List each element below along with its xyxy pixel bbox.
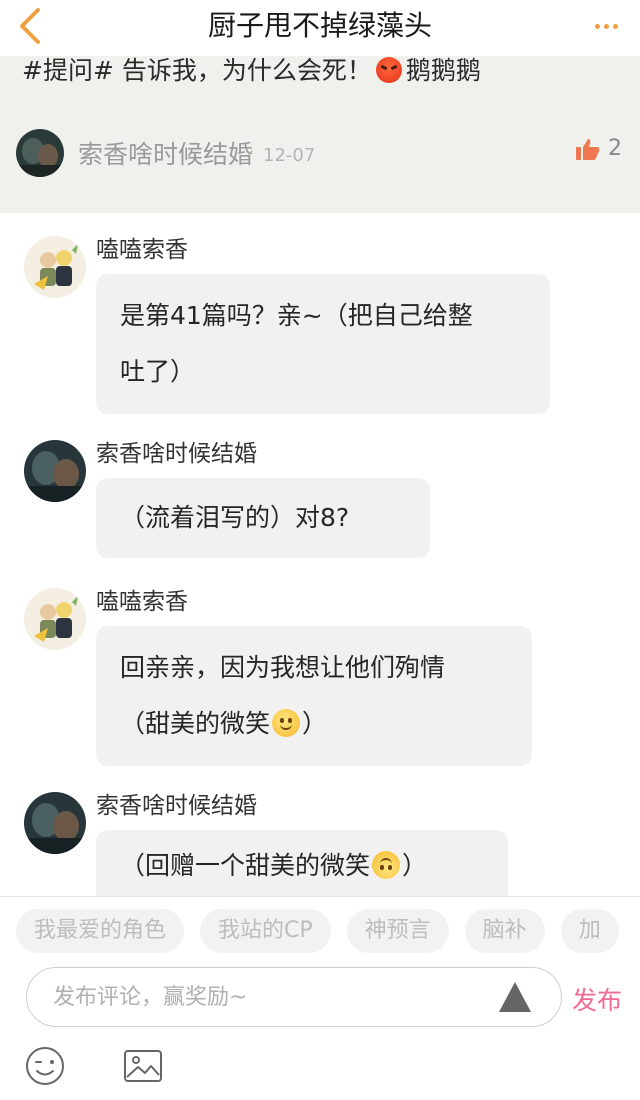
thumbs-up-icon: [576, 138, 600, 160]
comment-composer: 我最爱的角色 我站的CP 神预言 脑补 加 发布: [0, 896, 640, 1100]
composer-tools: [24, 1045, 164, 1087]
wink-face-icon[interactable]: [24, 1045, 66, 1087]
comment-text-line: （回赠一个甜美的微笑 ）: [120, 838, 484, 894]
comment-bubble: 是第41篇吗？亲~（把自己给整 吐了）: [96, 274, 550, 414]
topic-tag[interactable]: 加: [560, 909, 619, 953]
post-text-main: #提问# 告诉我，为什么会死！: [22, 56, 372, 85]
topic-tag[interactable]: 神预言: [346, 909, 449, 953]
comment-author[interactable]: 嗑嗑索香: [96, 236, 188, 264]
comment-text-part: （甜美的微笑: [120, 709, 271, 738]
publish-button[interactable]: 发布: [572, 981, 622, 1017]
avatar[interactable]: [24, 440, 86, 502]
sticker-avatar: [24, 588, 86, 650]
comment-text-part: （回赠一个甜美的微笑: [120, 851, 371, 880]
post-author-name[interactable]: 索香啥时候结婚: [78, 135, 253, 171]
angry-face-emoji: [375, 57, 402, 83]
comment-text-line: 吐了）: [120, 357, 196, 386]
page-title: 厨子甩不掉绿藻头: [207, 9, 432, 42]
dark-photo-avatar: [16, 129, 64, 177]
image-icon[interactable]: [122, 1045, 164, 1087]
avatar[interactable]: [24, 792, 86, 854]
back-button[interactable]: [8, 4, 52, 48]
avatar[interactable]: [24, 588, 86, 650]
post-author-row: 索香啥时候结婚 12-07: [16, 128, 315, 178]
like-count: 2: [608, 136, 622, 161]
upside-down-smile-emoji: [372, 851, 401, 879]
comment-text-line: 回亲亲，因为我想让他们殉情: [120, 653, 446, 682]
sticker-avatar: [24, 236, 86, 298]
topic-tag[interactable]: 我站的CP: [200, 909, 331, 953]
chevron-left-icon: [20, 8, 40, 44]
smile-emoji: [272, 709, 301, 737]
comment-text-part: ）: [402, 851, 428, 880]
comment-text-line: 是第41篇吗？亲~（把自己给整: [120, 301, 473, 330]
question-post: #提问# 告诉我，为什么会死！ 鹅鹅鹅 索香啥时候结婚 12-07 2: [0, 56, 640, 213]
comment-bubble: （流着泪写的）对8?: [96, 478, 430, 558]
top-nav-bar: 厨子甩不掉绿藻头: [0, 0, 640, 56]
topic-tag[interactable]: 脑补: [464, 909, 545, 953]
comment-author[interactable]: 索香啥时候结婚: [96, 440, 257, 468]
topic-tags: 我最爱的角色 我站的CP 神预言 脑补 加: [16, 909, 619, 953]
comment-text-part: ）: [302, 709, 328, 738]
post-date: 12-07: [263, 144, 316, 166]
comment-input[interactable]: [53, 968, 483, 1026]
dark-photo-avatar: [24, 440, 86, 502]
comment-text-line: （甜美的微笑 ）: [120, 696, 508, 752]
post-text-tail: 鹅鹅鹅: [405, 56, 481, 85]
comment-text-line: （流着泪写的）对8?: [120, 503, 350, 532]
triangle-up-icon[interactable]: [499, 982, 531, 1012]
topic-tag[interactable]: 我最爱的角色: [16, 909, 185, 953]
post-text: #提问# 告诉我，为什么会死！ 鹅鹅鹅: [22, 56, 481, 86]
dot: [612, 23, 618, 29]
comment-author[interactable]: 索香啥时候结婚: [96, 792, 257, 820]
dot: [603, 23, 609, 29]
comment-input-wrapper: [26, 967, 562, 1027]
comment-bubble: 回亲亲，因为我想让他们殉情 （甜美的微笑 ）: [96, 626, 532, 766]
like-button[interactable]: 2: [576, 136, 622, 161]
avatar[interactable]: [16, 129, 64, 177]
avatar[interactable]: [24, 236, 86, 298]
dot: [594, 23, 600, 29]
comment-author[interactable]: 嗑嗑索香: [96, 588, 188, 616]
more-dots-icon[interactable]: [586, 6, 626, 46]
dark-photo-avatar: [24, 792, 86, 854]
